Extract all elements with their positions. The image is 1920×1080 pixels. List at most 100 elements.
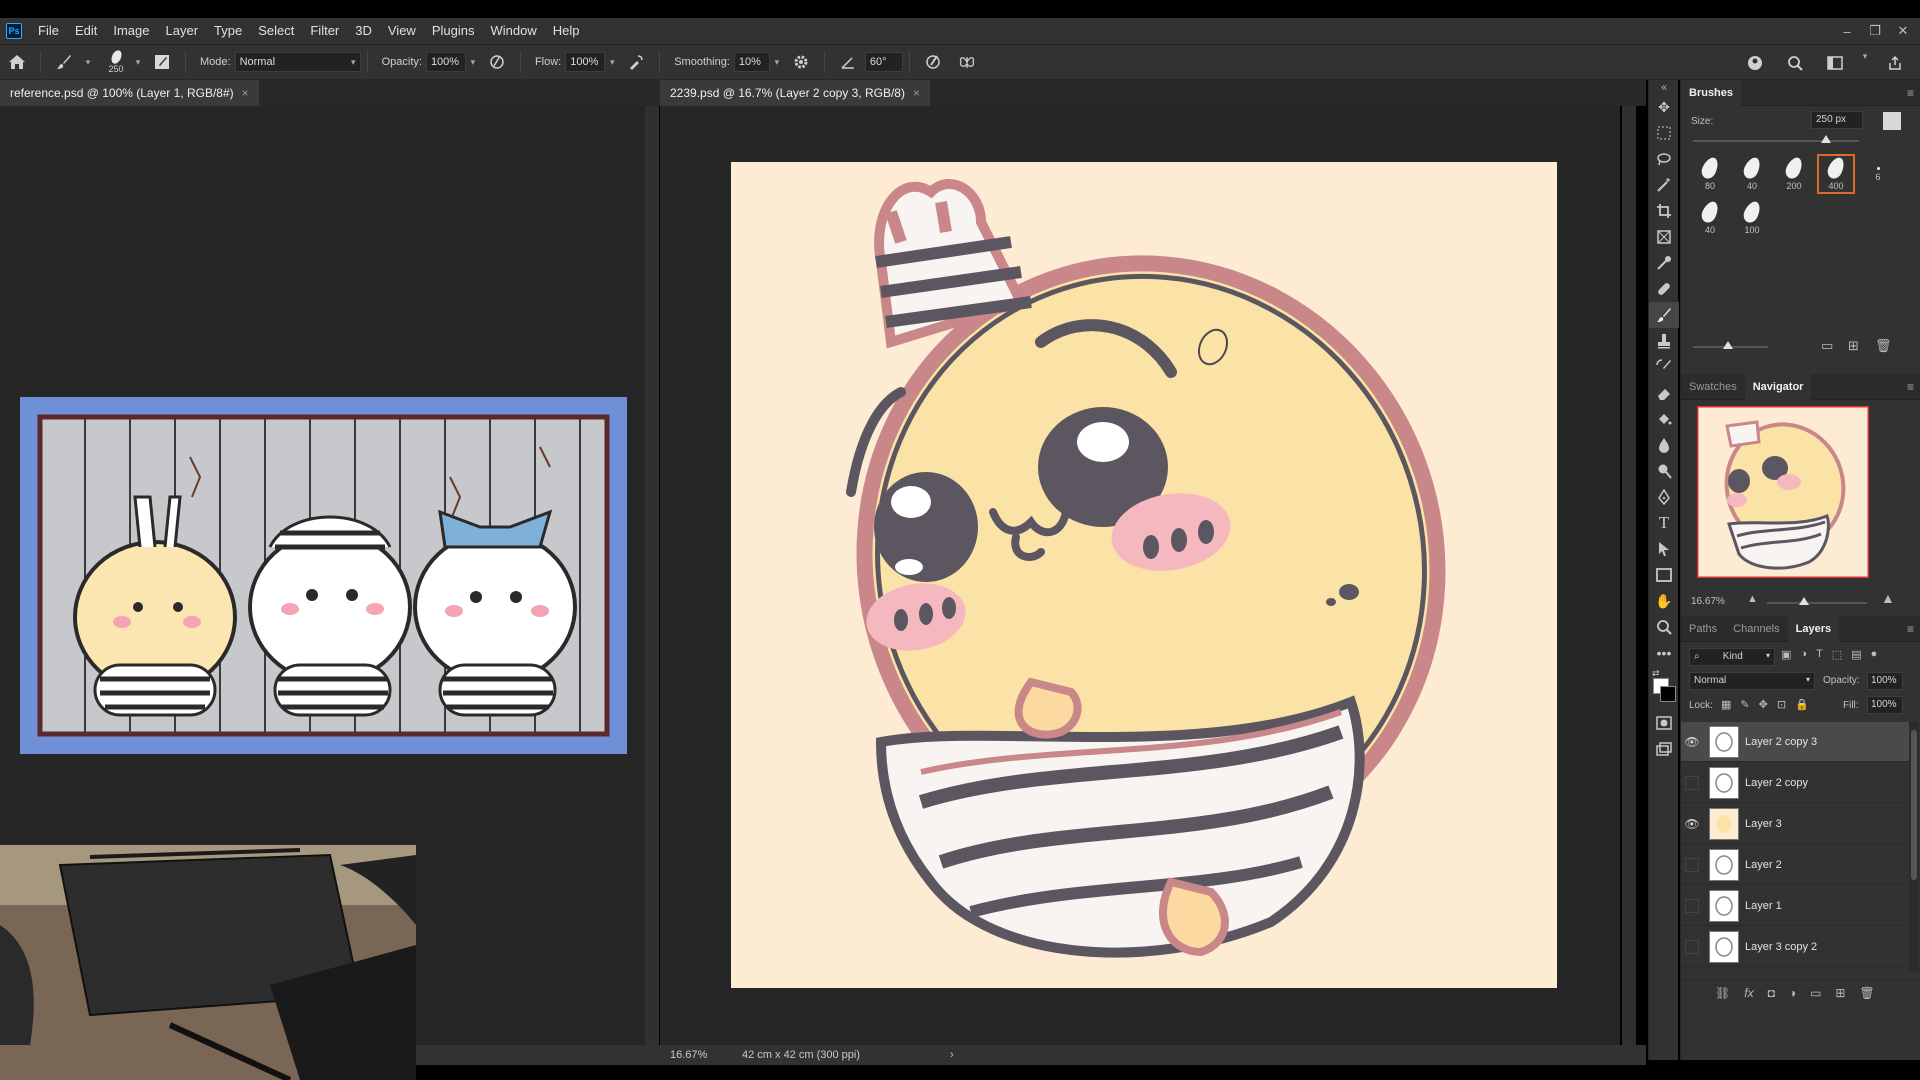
brush-size-slider-handle[interactable]	[1821, 135, 1831, 143]
tab-layers[interactable]: Layers	[1787, 615, 1840, 642]
blur-tool-icon[interactable]	[1649, 432, 1679, 458]
menu-type[interactable]: Type	[206, 18, 250, 44]
menu-select[interactable]: Select	[250, 18, 302, 44]
clone-stamp-tool-icon[interactable]	[1649, 328, 1679, 354]
zoom-readout[interactable]: 16.67%	[670, 1049, 730, 1061]
filter-shape-icon[interactable]: ⬚	[1832, 648, 1842, 661]
navigator-zoom-slider[interactable]	[1767, 597, 1867, 605]
chevron-down-icon[interactable]: ▾	[1858, 51, 1872, 75]
minimize-button[interactable]: –	[1840, 24, 1854, 39]
navigator-zoom-slider-handle[interactable]	[1799, 597, 1809, 605]
chevron-down-icon[interactable]: ▾	[131, 57, 145, 68]
history-brush-tool-icon[interactable]	[1649, 354, 1679, 380]
zoom-in-icon[interactable]: ▲	[1881, 590, 1895, 606]
menu-plugins[interactable]: Plugins	[424, 18, 483, 44]
layer-row[interactable]: 👁 Layer 3	[1681, 804, 1909, 844]
brush-tip-80[interactable]: 80	[1691, 154, 1729, 194]
menu-layer[interactable]: Layer	[158, 18, 207, 44]
new-layer-icon[interactable]: ⊞	[1835, 986, 1845, 1000]
tab-swatches[interactable]: Swatches	[1681, 374, 1745, 400]
layer-filter-select[interactable]: ⌕ Kind ▾	[1689, 648, 1775, 666]
visibility-toggle[interactable]	[1685, 898, 1699, 913]
background-color-swatch[interactable]	[1660, 686, 1676, 702]
brush-preview-slider[interactable]	[1693, 341, 1768, 349]
angle-input[interactable]: 60°	[864, 52, 903, 72]
close-tab-icon[interactable]: ×	[913, 86, 920, 100]
home-icon[interactable]	[5, 50, 29, 74]
layer-style-icon[interactable]: fx	[1744, 986, 1753, 1000]
left-vertical-scrollbar[interactable]	[645, 106, 659, 1045]
share-icon[interactable]	[1883, 51, 1907, 75]
close-tab-icon[interactable]: ×	[242, 86, 249, 100]
lock-transparency-icon[interactable]: ▦	[1721, 698, 1731, 711]
filter-toggle-icon[interactable]: ●	[1871, 648, 1878, 661]
panel-menu-icon[interactable]: ≡	[1907, 86, 1914, 100]
lock-artboard-icon[interactable]: ⊡	[1777, 698, 1786, 711]
brush-tool-icon[interactable]	[1649, 302, 1679, 328]
layer-row[interactable]: Layer 2	[1681, 845, 1909, 885]
artwork-canvas[interactable]	[731, 162, 1557, 988]
new-group-icon[interactable]: ▭	[1821, 338, 1833, 354]
airbrush-icon[interactable]	[624, 50, 648, 74]
rectangle-tool-icon[interactable]	[1649, 562, 1679, 588]
navigator-zoom-readout[interactable]: 16.67%	[1691, 596, 1725, 607]
brush-tool-icon[interactable]	[52, 50, 76, 74]
eye-icon[interactable]: 👁	[1681, 735, 1703, 749]
layers-scrollbar[interactable]	[1909, 722, 1919, 972]
menu-image[interactable]: Image	[105, 18, 157, 44]
layer-opacity-input[interactable]: 100%	[1867, 672, 1903, 690]
menu-filter[interactable]: Filter	[302, 18, 347, 44]
tab-brushes[interactable]: Brushes	[1681, 79, 1742, 106]
delete-layer-icon[interactable]: 🗑	[1859, 986, 1874, 1000]
gear-icon[interactable]	[789, 50, 813, 74]
brush-size-input[interactable]: 250 px	[1811, 111, 1863, 129]
menu-3d[interactable]: 3D	[347, 18, 380, 44]
lock-all-icon[interactable]: 🔒	[1795, 698, 1809, 711]
restore-button[interactable]: ❐	[1868, 23, 1882, 39]
dodge-tool-icon[interactable]	[1649, 458, 1679, 484]
lock-pixels-icon[interactable]: ✎	[1740, 698, 1749, 711]
filter-adjustment-icon[interactable]: ◑	[1800, 648, 1807, 661]
brush-tip-200[interactable]: 200	[1775, 154, 1813, 194]
visibility-toggle[interactable]	[1685, 775, 1699, 790]
pressure-size-icon[interactable]	[921, 50, 945, 74]
chevron-down-icon[interactable]: ▾	[81, 57, 95, 68]
navigator-thumbnail[interactable]	[1697, 406, 1869, 578]
filter-smart-object-icon[interactable]: ▤	[1851, 648, 1861, 661]
fill-input[interactable]: 100%	[1867, 696, 1903, 714]
path-selection-tool-icon[interactable]	[1649, 536, 1679, 562]
lasso-tool-icon[interactable]	[1649, 146, 1679, 172]
chevron-down-icon[interactable]: ▾	[605, 57, 619, 68]
add-mask-icon[interactable]: ◘	[1768, 986, 1775, 1000]
brush-tip-100[interactable]: 100	[1733, 198, 1771, 238]
delete-brush-icon[interactable]: 🗑	[1875, 338, 1892, 354]
panel-menu-icon[interactable]: ≡	[1907, 622, 1914, 636]
brush-preset-picker[interactable]: 250	[101, 48, 131, 74]
layer-row[interactable]: Layer 2 copy	[1681, 763, 1909, 803]
share-profile-icon[interactable]	[1743, 51, 1767, 75]
chevron-down-icon[interactable]: ▾	[770, 57, 784, 68]
eye-icon[interactable]: 👁	[1681, 817, 1703, 831]
main-vertical-scrollbar[interactable]	[1622, 106, 1636, 1045]
flow-input[interactable]: 100%	[565, 52, 606, 72]
symmetry-butterfly-icon[interactable]	[955, 50, 979, 74]
quick-mask-icon[interactable]	[1649, 710, 1679, 736]
magic-wand-tool-icon[interactable]	[1649, 172, 1679, 198]
hand-tool-icon[interactable]: ✋	[1649, 588, 1679, 614]
new-group-icon[interactable]: ▭	[1810, 986, 1821, 1000]
new-brush-icon[interactable]: ⊞	[1848, 338, 1859, 354]
menu-file[interactable]: File	[30, 18, 67, 44]
color-swatches[interactable]: ⇄	[1649, 666, 1679, 710]
brush-tip-40b[interactable]: 40	[1691, 198, 1729, 238]
marquee-tool-icon[interactable]	[1649, 120, 1679, 146]
move-tool-icon[interactable]: ✥	[1649, 94, 1679, 120]
pen-tool-icon[interactable]	[1649, 484, 1679, 510]
layer-row[interactable]: Layer 1	[1681, 886, 1909, 926]
brush-settings-panel-icon[interactable]	[1883, 112, 1901, 130]
paint-bucket-tool-icon[interactable]	[1649, 406, 1679, 432]
layer-row[interactable]: 👁 Layer 2 copy 3	[1681, 722, 1909, 762]
menu-view[interactable]: View	[380, 18, 424, 44]
blend-mode-select[interactable]: Normal ▾	[1689, 672, 1815, 690]
layers-scrollbar-thumb[interactable]	[1911, 730, 1917, 880]
mode-select[interactable]: Normal ▾	[234, 52, 361, 72]
